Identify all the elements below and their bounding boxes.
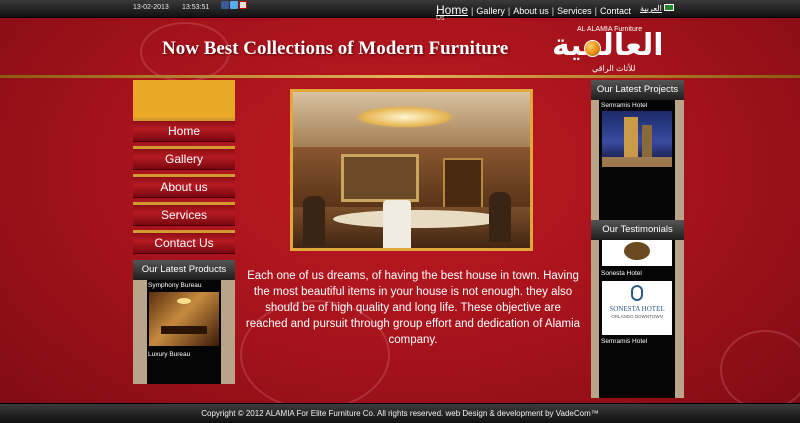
youtube-icon[interactable] [239,1,247,9]
logo-arabic-text: العالمية [552,28,664,63]
top-nav: Home | Gallery | About us | Services | Contact U… [436,3,631,22]
header-tagline: Now Best Collections of Modern Furniture [162,38,509,59]
top-bar: 13-02-2013 13:53:51 Home | Gallery | About u… [0,0,800,22]
intro-paragraph: Each one of us dreams, of having the bes… [245,270,581,346]
testimonial-caption[interactable]: Semramis Hotel [601,338,647,345]
sonesta-logo-text: SONESTA HOTEL [609,305,665,313]
topnav-contact-link[interactable]: Contact [600,6,631,16]
arabic-language-link[interactable]: العربية [640,4,662,13]
emblem-eagle-icon [624,242,650,260]
thumbnail-water [602,157,672,167]
facebook-icon[interactable] [221,1,229,9]
date-display: 13-02-2013 [133,4,169,11]
sidebar-item-contact-us[interactable]: Contact Us [133,230,235,254]
topnav-services-link[interactable]: Services [557,6,592,16]
latest-projects-panel: Semramis Hotel [599,100,675,220]
testimonials-box: Sonesta Hotel SONESTA HOTEL ORLANDO DOWN… [591,240,684,398]
latest-projects-title: Our Latest Projects [591,80,684,100]
language-flag-icon[interactable] [664,4,674,11]
sidebar-accent-block [133,80,235,118]
photo-chair [303,196,325,246]
latest-products-panel: Symphony Bureau Luxury Bureau [147,280,221,384]
sidebar-item-gallery[interactable]: Gallery [133,146,235,170]
photo-dining-table [333,210,503,228]
product-thumbnail[interactable] [149,292,219,346]
topnav-about-link[interactable]: About us [513,6,549,16]
thumbnail-tower [642,125,652,157]
header: Now Best Collections of Modern Furniture… [0,18,800,76]
topnav-gallery-link[interactable]: Gallery [476,6,505,16]
thumbnail-lamp [177,298,191,304]
site-logo[interactable]: العالمية AL ALAMIA Furniture للأثاث الرا… [550,24,670,74]
latest-products-box: Symphony Bureau Luxury Bureau [133,280,235,384]
sonesta-logo-subtext: ORLANDO DOWNTOWN [611,314,663,319]
thumbnail-tower [624,117,638,157]
featured-dining-room-image [290,89,533,251]
logo-arabic-subtitle: للأثاث الراقي [592,64,636,73]
header-divider [0,75,800,78]
testimonials-title: Our Testimonials [591,220,684,240]
latest-products-title: Our Latest Products [133,260,235,280]
photo-chair [489,192,511,242]
left-sidebar: Home Gallery About us Services Contact U… [133,80,235,385]
latest-projects-box: Semramis Hotel [591,100,684,220]
sidebar-item-about-us[interactable]: About us [133,174,235,198]
photo-chandelier [355,106,455,128]
logo-globe-icon [584,40,601,57]
sonesta-s-icon [631,285,643,301]
time-display: 13:53:51 [182,4,210,11]
testimonials-panel: Sonesta Hotel SONESTA HOTEL ORLANDO DOWN… [599,240,675,398]
sidebar-item-services[interactable]: Services [133,202,235,226]
photo-chair [383,200,411,248]
photo-mirror [341,154,419,202]
footer-copyright: Copyright © 2012 ALAMIA For Elite Furnit… [0,403,800,423]
ministry-emblem-logo[interactable] [602,240,672,266]
photo-cabinet [443,158,483,214]
right-sidebar: Our Latest Projects Semramis Hotel Our T… [591,80,684,398]
logo-english-text: AL ALAMIA Furniture [577,26,643,33]
sidebar-item-home[interactable]: Home [133,118,235,142]
product-caption[interactable]: Symphony Bureau [148,282,201,289]
twitter-icon[interactable] [230,1,238,9]
thumbnail-table [161,326,207,334]
decor-swirl [720,330,800,410]
sonesta-hotel-logo[interactable]: SONESTA HOTEL ORLANDO DOWNTOWN [602,281,672,335]
product-caption[interactable]: Luxury Bureau [148,351,190,358]
project-caption[interactable]: Semramis Hotel [601,102,647,109]
testimonial-caption[interactable]: Sonesta Hotel [601,270,642,277]
project-thumbnail[interactable] [602,111,672,167]
